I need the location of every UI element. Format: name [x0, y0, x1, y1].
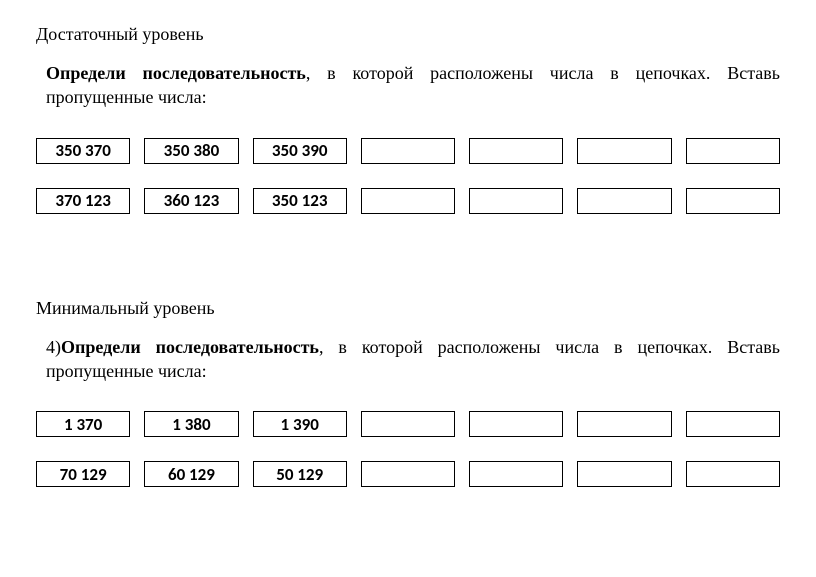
number-box-empty[interactable] — [469, 461, 563, 487]
number-box-empty[interactable] — [361, 461, 455, 487]
number-box-empty[interactable] — [469, 411, 563, 437]
sequence-row-2: 370 123 360 123 350 123 — [36, 188, 780, 214]
instruction-2-bold: Определи последовательность — [61, 337, 319, 357]
number-box[interactable]: 50 129 — [253, 461, 347, 487]
sequence-row-3: 1 370 1 380 1 390 — [36, 411, 780, 437]
number-box-empty[interactable] — [686, 138, 780, 164]
number-box-empty[interactable] — [469, 188, 563, 214]
number-box[interactable]: 350 370 — [36, 138, 130, 164]
number-box-empty[interactable] — [361, 138, 455, 164]
number-box-empty[interactable] — [577, 138, 671, 164]
instruction-1: Определи последовательность, в которой р… — [46, 61, 780, 110]
level-heading-1: Достаточный уровень — [36, 24, 780, 45]
instruction-2: 4)Определи последовательность, в которой… — [46, 335, 780, 384]
number-box[interactable]: 70 129 — [36, 461, 130, 487]
number-box-empty[interactable] — [469, 138, 563, 164]
instruction-1-bold: Определи последовательность — [46, 63, 306, 83]
number-box[interactable]: 350 380 — [144, 138, 238, 164]
number-box[interactable]: 360 123 — [144, 188, 238, 214]
number-box-empty[interactable] — [686, 411, 780, 437]
number-box[interactable]: 350 123 — [253, 188, 347, 214]
number-box-empty[interactable] — [361, 188, 455, 214]
instruction-2-prefix: 4) — [46, 337, 61, 357]
number-box-empty[interactable] — [577, 188, 671, 214]
sequence-row-1: 350 370 350 380 350 390 — [36, 138, 780, 164]
number-box-empty[interactable] — [577, 461, 671, 487]
number-box[interactable]: 1 390 — [253, 411, 347, 437]
number-box[interactable]: 60 129 — [144, 461, 238, 487]
number-box[interactable]: 350 390 — [253, 138, 347, 164]
number-box[interactable]: 1 370 — [36, 411, 130, 437]
number-box-empty[interactable] — [361, 411, 455, 437]
number-box-empty[interactable] — [577, 411, 671, 437]
level-heading-2: Минимальный уровень — [36, 298, 780, 319]
number-box-empty[interactable] — [686, 188, 780, 214]
number-box[interactable]: 1 380 — [144, 411, 238, 437]
number-box[interactable]: 370 123 — [36, 188, 130, 214]
sequence-row-4: 70 129 60 129 50 129 — [36, 461, 780, 487]
number-box-empty[interactable] — [686, 461, 780, 487]
